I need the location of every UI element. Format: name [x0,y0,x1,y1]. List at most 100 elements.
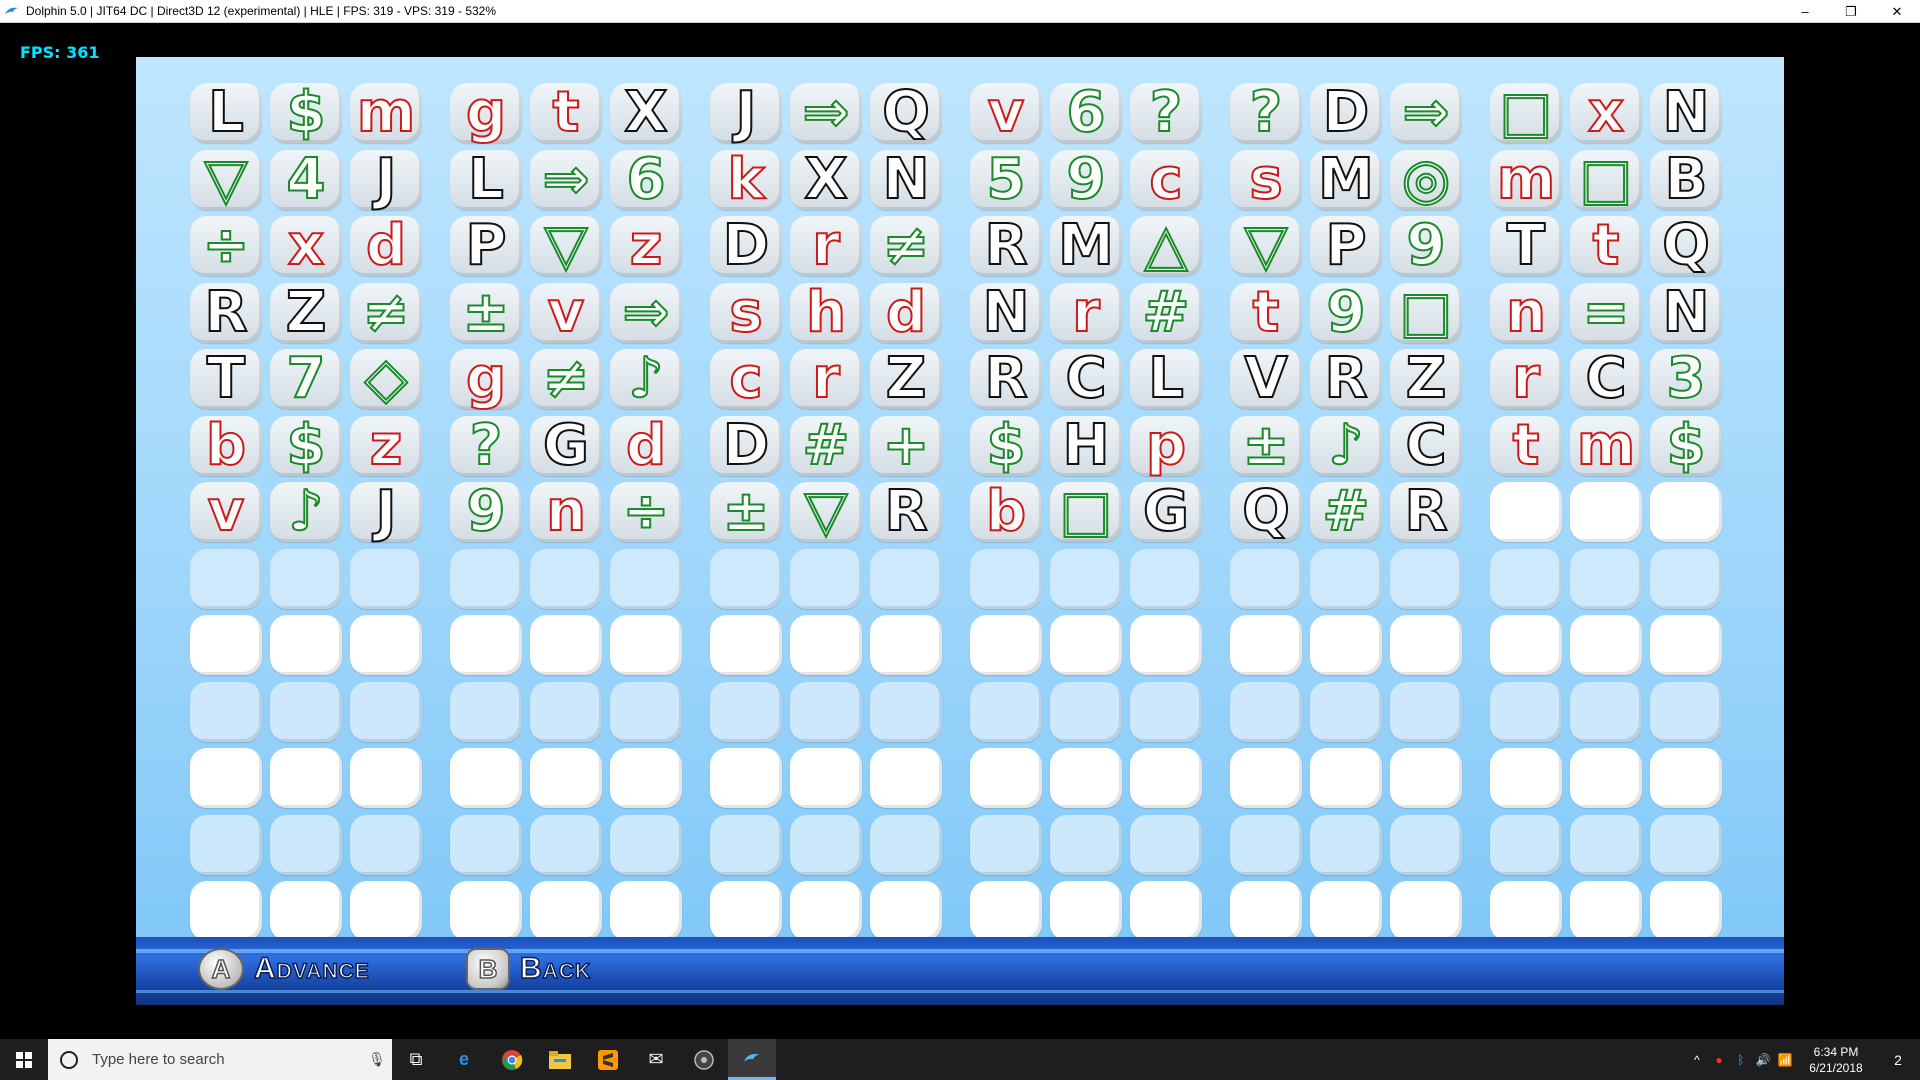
empty-cell[interactable] [1650,548,1722,609]
symbol-cell[interactable]: R [1390,482,1462,542]
symbol-cell[interactable]: ? [1130,83,1202,143]
symbol-cell[interactable]: d [610,415,682,476]
symbol-cell[interactable]: D [710,216,782,276]
symbol-cell[interactable]: ? [450,415,522,476]
symbol-cell[interactable]: 9 [1310,282,1382,343]
symbol-cell[interactable]: g [450,349,522,409]
empty-cell[interactable] [1130,748,1202,808]
microphone-icon[interactable]: 🎙 [362,1051,392,1068]
symbol-cell[interactable]: 4 [270,149,342,210]
symbol-cell[interactable]: m [1490,149,1562,210]
empty-cell[interactable] [1490,881,1562,941]
game-screen[interactable]: L $ m g t X J ⇒ Qv 6?? D ⇒ □ x N ▽ 4 J L ⇒ 6 k X N 5 9 c s M ◎ m □ B ÷ x d P… [136,57,1784,1005]
symbol-cell[interactable]: m [1570,415,1642,476]
symbol-cell[interactable]: P [1310,216,1382,276]
symbol-cell[interactable]: ? [1230,83,1302,143]
empty-cell[interactable] [710,681,782,742]
empty-cell[interactable] [1570,548,1642,609]
empty-cell[interactable] [450,814,522,875]
empty-cell[interactable] [1490,548,1562,609]
symbol-cell[interactable]: n [1490,282,1562,343]
empty-cell[interactable] [1310,748,1382,808]
symbol-cell[interactable]: ± [1230,415,1302,476]
empty-cell[interactable] [1490,748,1562,808]
symbol-cell[interactable]: # [1130,282,1202,343]
symbol-cell[interactable]: v [190,482,262,542]
symbol-cell[interactable]: ± [710,482,782,542]
empty-cell[interactable] [870,881,942,941]
empty-cell[interactable] [450,615,522,675]
symbol-cell[interactable]: B [1650,149,1722,210]
symbol-cell[interactable]: z [350,415,422,476]
search-box[interactable]: Type here to search 🎙 [48,1039,392,1080]
empty-cell[interactable] [530,748,602,808]
empty-cell[interactable] [1230,681,1302,742]
symbol-cell[interactable]: ⇒ [610,282,682,343]
empty-cell[interactable] [970,615,1042,675]
dolphin-taskbar-icon[interactable] [728,1039,776,1080]
symbol-cell[interactable]: N [870,149,942,210]
empty-cell[interactable] [790,748,862,808]
symbol-cell[interactable]: c [710,349,782,409]
empty-cell[interactable] [530,814,602,875]
empty-cell[interactable] [1390,615,1462,675]
symbol-cell[interactable]: G [530,415,602,476]
symbol-cell[interactable]: r [790,216,862,276]
empty-cell[interactable] [1310,881,1382,941]
symbol-cell[interactable]: d [350,216,422,276]
symbol-cell[interactable]: t [530,83,602,143]
empty-cell[interactable] [1130,814,1202,875]
empty-cell[interactable] [530,615,602,675]
symbol-cell[interactable]: Q [870,83,942,143]
empty-cell[interactable] [1050,748,1122,808]
symbol-cell[interactable]: ≠ [870,216,942,276]
volume-icon[interactable]: 🔊 [1752,1053,1774,1067]
search-input[interactable]: Type here to search [92,1051,362,1068]
symbol-cell[interactable]: d [870,282,942,343]
empty-cell[interactable] [1390,681,1462,742]
empty-cell[interactable] [270,548,342,609]
edge-icon[interactable]: e [440,1039,488,1080]
empty-cell[interactable] [610,748,682,808]
symbol-cell[interactable]: ▽ [1230,216,1302,276]
symbol-cell[interactable]: L [450,149,522,210]
empty-cell[interactable] [1570,482,1642,542]
empty-cell[interactable] [1310,681,1382,742]
empty-cell[interactable] [970,681,1042,742]
symbol-cell[interactable]: z [610,216,682,276]
empty-cell[interactable] [270,814,342,875]
symbol-cell[interactable]: r [1490,349,1562,409]
symbol-cell[interactable]: G [1130,482,1202,542]
symbol-cell[interactable]: □ [1490,83,1562,143]
empty-cell[interactable] [1570,881,1642,941]
symbol-cell[interactable]: g [450,83,522,143]
mail-icon[interactable]: ✉ [632,1039,680,1080]
empty-cell[interactable] [1130,881,1202,941]
empty-cell[interactable] [870,548,942,609]
symbol-cell[interactable]: N [1650,83,1722,143]
empty-cell[interactable] [1650,881,1722,941]
symbol-cell[interactable]: Z [270,282,342,343]
symbol-cell[interactable]: ◎ [1390,149,1462,210]
empty-cell[interactable] [790,548,862,609]
empty-cell[interactable] [1570,615,1642,675]
symbol-cell[interactable]: # [790,415,862,476]
symbol-cell[interactable]: 3 [1650,349,1722,409]
empty-cell[interactable] [1570,814,1642,875]
symbol-cell[interactable]: r [790,349,862,409]
game-viewport[interactable]: FPS: 361 L $ m g t X J ⇒ Qv 6?? D ⇒ □ x N ▽ 4 J L ⇒ 6 k X N 5 9 c s… [0,23,1920,1039]
empty-cell[interactable] [270,748,342,808]
symbol-cell[interactable]: Q [1230,482,1302,542]
empty-cell[interactable] [970,748,1042,808]
symbol-cell[interactable]: R [870,482,942,542]
empty-cell[interactable] [710,748,782,808]
minimize-button[interactable]: – [1782,0,1828,23]
symbol-cell[interactable]: t [1230,282,1302,343]
symbol-cell[interactable]: J [710,83,782,143]
empty-cell[interactable] [1130,615,1202,675]
symbol-cell[interactable]: # [1310,482,1382,542]
symbol-cell[interactable]: 6 [610,149,682,210]
empty-cell[interactable] [350,748,422,808]
symbol-cell[interactable]: M [1050,216,1122,276]
restore-button[interactable]: ❐ [1828,0,1874,23]
